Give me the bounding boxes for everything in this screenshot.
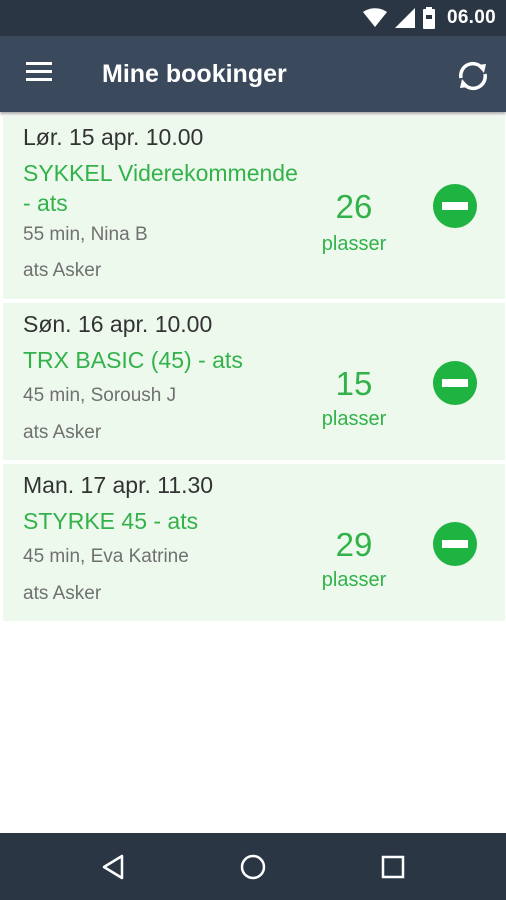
home-icon bbox=[240, 854, 266, 880]
minus-icon bbox=[442, 202, 468, 210]
spots-count: 15 bbox=[335, 365, 373, 402]
booking-date: Lør. 15 apr. 10.00 bbox=[23, 124, 204, 150]
wifi-icon bbox=[362, 8, 387, 27]
back-icon bbox=[102, 854, 124, 880]
recents-button[interactable] bbox=[375, 849, 411, 885]
page-title: Mine bookinger bbox=[102, 60, 287, 88]
booking-details: 45 min, Eva Katrine bbox=[23, 546, 189, 567]
booking-details: 55 min, Nina B bbox=[23, 224, 148, 245]
booking-title: TRX BASIC (45) - ats bbox=[23, 347, 243, 373]
spots-count: 29 bbox=[335, 526, 373, 563]
back-button[interactable] bbox=[96, 849, 132, 885]
cancel-booking-button[interactable] bbox=[433, 184, 477, 228]
refresh-button[interactable] bbox=[453, 56, 493, 96]
menu-button[interactable] bbox=[24, 60, 56, 88]
refresh-icon bbox=[459, 61, 487, 91]
booking-card[interactable]: Man. 17 apr. 11.30 STYRKE 45 - ats 45 mi… bbox=[3, 464, 505, 621]
cancel-booking-button[interactable] bbox=[433, 522, 477, 566]
recents-icon bbox=[381, 855, 405, 879]
booking-date: Søn. 16 apr. 10.00 bbox=[23, 311, 213, 337]
booking-location: ats Asker bbox=[23, 422, 102, 443]
minus-icon bbox=[442, 540, 468, 548]
signal-icon bbox=[394, 8, 415, 28]
booking-title: STYRKE 45 - ats bbox=[23, 508, 199, 534]
menu-icon-bar bbox=[26, 78, 52, 81]
booking-date: Man. 17 apr. 11.30 bbox=[23, 472, 214, 498]
booking-location: ats Asker bbox=[23, 583, 102, 604]
spots-count: 26 bbox=[335, 188, 373, 225]
status-bar: 06.00 bbox=[0, 0, 506, 36]
booking-list: Lør. 15 apr. 10.00 SYKKEL Viderekommende… bbox=[3, 116, 505, 625]
spots-label: plasser bbox=[321, 408, 387, 430]
spots-label: plasser bbox=[321, 233, 387, 255]
spots-label: plasser bbox=[321, 569, 387, 591]
menu-icon-bar bbox=[26, 70, 52, 73]
cancel-booking-button[interactable] bbox=[433, 361, 477, 405]
navigation-bar bbox=[0, 833, 506, 900]
booking-title: SYKKEL Viderekommende - ats bbox=[23, 160, 298, 216]
booking-card[interactable]: Lør. 15 apr. 10.00 SYKKEL Viderekommende… bbox=[3, 116, 505, 299]
booking-details: 45 min, Soroush J bbox=[23, 385, 177, 406]
status-icons: 06.00 bbox=[362, 0, 496, 36]
home-button[interactable] bbox=[235, 849, 271, 885]
minus-icon bbox=[442, 379, 468, 387]
status-time: 06.00 bbox=[446, 7, 496, 28]
battery-icon bbox=[422, 7, 435, 29]
app-bar: Mine bookinger bbox=[0, 36, 506, 112]
booking-card[interactable]: Søn. 16 apr. 10.00 TRX BASIC (45) - ats … bbox=[3, 303, 505, 460]
booking-location: ats Asker bbox=[23, 260, 102, 281]
menu-icon bbox=[26, 62, 52, 65]
